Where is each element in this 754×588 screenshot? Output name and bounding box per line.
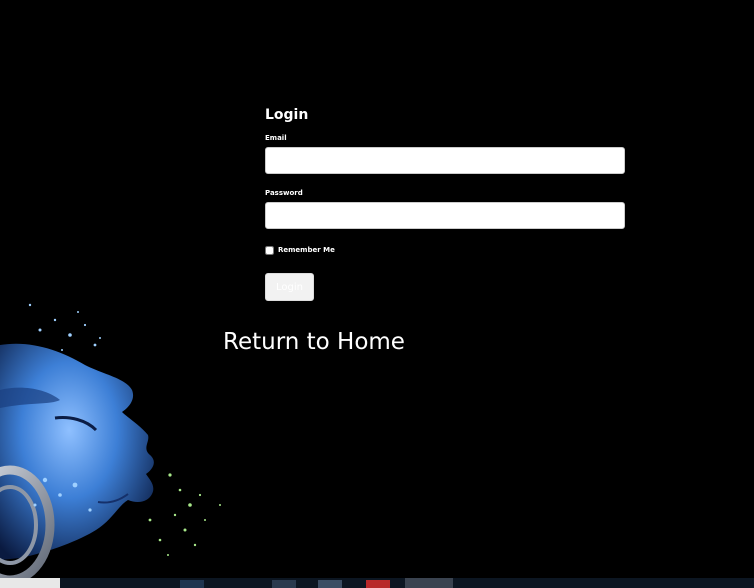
face-illustration (0, 303, 221, 580)
remember-me-label: Remember Me (278, 246, 335, 254)
email-label: Email (265, 134, 287, 142)
app-icon[interactable] (366, 580, 390, 588)
windows-start-icon[interactable] (0, 578, 60, 588)
app-icon[interactable] (272, 580, 296, 588)
login-form: Login Email Password Remember Me Login (265, 105, 625, 301)
login-page: Login Email Password Remember Me Login R… (0, 0, 754, 588)
remember-me-checkbox[interactable] (265, 245, 274, 255)
email-field[interactable] (265, 147, 625, 174)
password-field[interactable] (265, 202, 625, 229)
login-heading: Login (265, 107, 309, 123)
app-icon[interactable] (318, 580, 342, 588)
return-to-home-link[interactable]: Return to Home (223, 327, 405, 357)
login-button[interactable]: Login (265, 273, 314, 301)
app-icon[interactable] (405, 578, 453, 588)
os-taskbar (0, 578, 754, 588)
password-label: Password (265, 189, 303, 197)
app-icon[interactable] (180, 580, 204, 588)
remember-me-row: Remember Me (265, 243, 625, 257)
